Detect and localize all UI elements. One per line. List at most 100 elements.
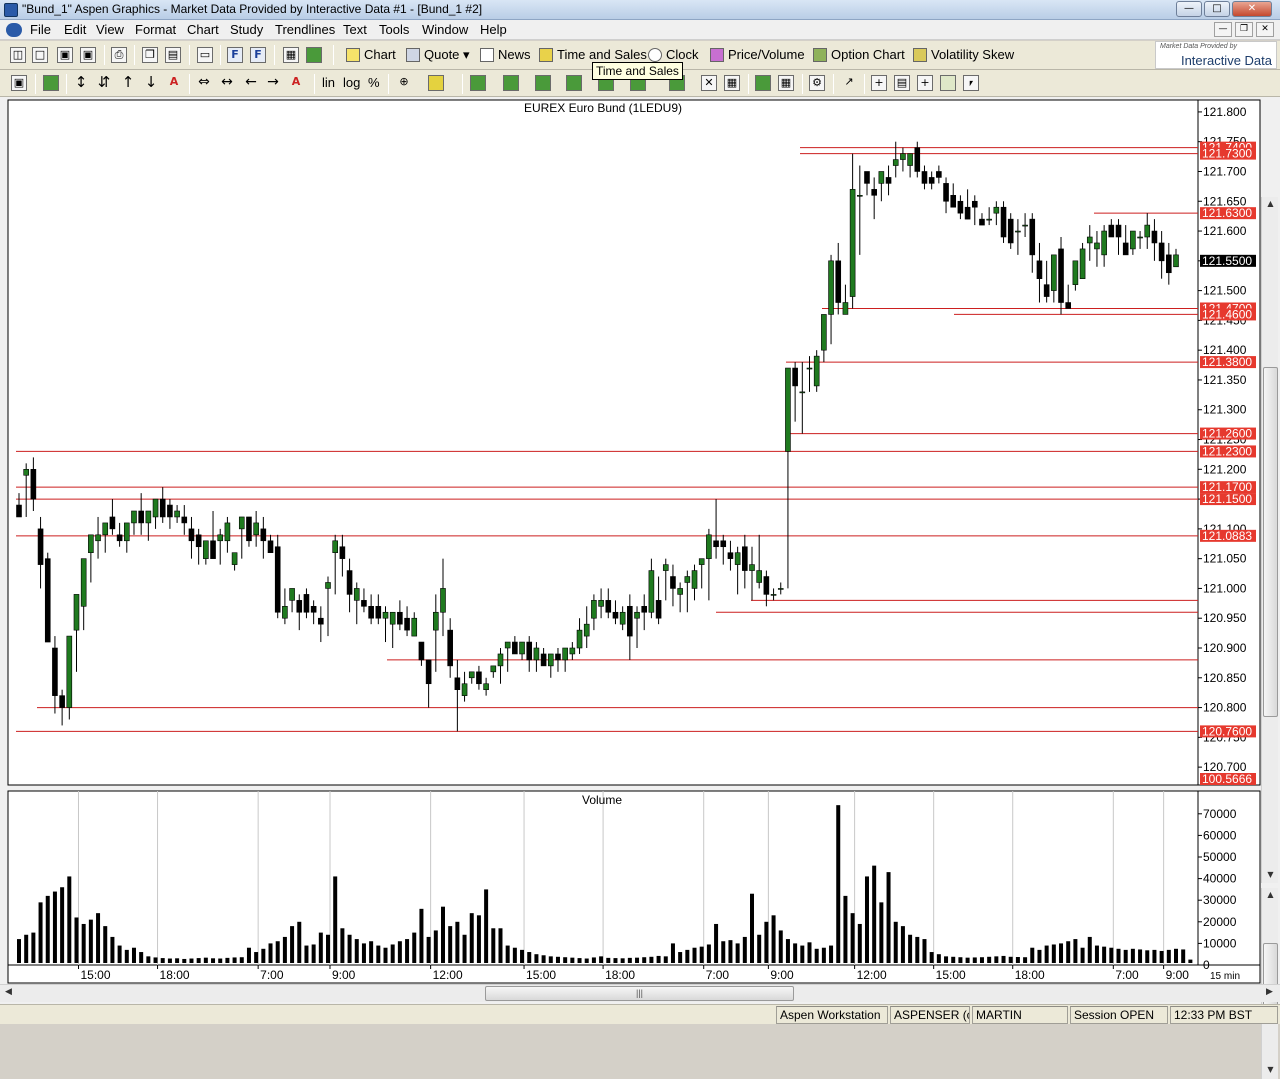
volume-bar[interactable]: [117, 945, 122, 963]
price-panel[interactable]: [7, 99, 1199, 786]
candle-body[interactable]: [131, 510, 137, 524]
candle-body[interactable]: [73, 594, 80, 631]
candle-body[interactable]: [1173, 254, 1179, 268]
volume-bar[interactable]: [1051, 944, 1056, 963]
candle-body[interactable]: [159, 498, 166, 518]
candle-body[interactable]: [203, 540, 209, 559]
volume-bar[interactable]: [476, 915, 481, 963]
delete-study-icon[interactable]: ✕: [701, 75, 717, 91]
volume-bar[interactable]: [936, 954, 941, 963]
volume-bar[interactable]: [175, 958, 180, 963]
menu-view[interactable]: View: [96, 22, 124, 37]
candle-body[interactable]: [1022, 224, 1028, 227]
candle-body[interactable]: [217, 534, 224, 542]
candle-body[interactable]: [267, 540, 274, 553]
volume-bar[interactable]: [606, 957, 611, 963]
volume-bar[interactable]: [778, 930, 783, 963]
grid-icon[interactable]: ▦: [724, 75, 740, 91]
candle-body[interactable]: [375, 606, 382, 619]
candle-body[interactable]: [468, 671, 475, 679]
candle-body[interactable]: [152, 498, 159, 518]
candle-body[interactable]: [382, 611, 389, 619]
volume-bar[interactable]: [987, 956, 992, 963]
volume-bar[interactable]: [951, 956, 956, 963]
volume-bar[interactable]: [1037, 949, 1042, 963]
candle-body[interactable]: [763, 576, 770, 595]
candle-body[interactable]: [490, 665, 497, 673]
volume-bar[interactable]: [1174, 948, 1178, 963]
volume-bar[interactable]: [347, 934, 352, 963]
arrow-up-icon[interactable]: ↑: [120, 75, 136, 91]
page-setup-icon[interactable]: ▦: [283, 47, 299, 63]
candle-body[interactable]: [88, 534, 94, 553]
minimize-button[interactable]: —: [1176, 1, 1202, 17]
print-icon[interactable]: ⎙: [111, 47, 127, 63]
volume-bar[interactable]: [1152, 949, 1157, 963]
option-chart-button[interactable]: Option Chart: [811, 45, 905, 65]
volume-scroll-up-arrow-icon[interactable]: ▲: [1264, 890, 1277, 899]
candle-body[interactable]: [993, 206, 1000, 214]
arrow-left-icon[interactable]: ←: [243, 75, 259, 91]
candle-body[interactable]: [742, 546, 748, 571]
arrow-down-icon[interactable]: ↓: [143, 75, 159, 91]
volume-bar[interactable]: [81, 923, 86, 963]
candle-body[interactable]: [123, 522, 130, 542]
candle-body[interactable]: [591, 600, 597, 619]
volume-bar[interactable]: [254, 952, 259, 963]
volume-bar[interactable]: [131, 947, 136, 963]
candle-body[interactable]: [1015, 230, 1021, 233]
bar-style-icon[interactable]: [470, 75, 486, 91]
lock-icon[interactable]: ⎖: [963, 75, 979, 91]
candle-body[interactable]: [23, 469, 29, 476]
volume-bar[interactable]: [721, 941, 726, 963]
candle-body[interactable]: [641, 606, 648, 613]
linear-scale-button[interactable]: lin: [322, 75, 335, 90]
volume-bar[interactable]: [74, 917, 79, 963]
volume-bar[interactable]: [591, 957, 596, 963]
volume-bar[interactable]: [872, 865, 877, 963]
volume-bar[interactable]: [1188, 959, 1193, 963]
volume-bar[interactable]: [340, 928, 345, 963]
volume-bar[interactable]: [656, 955, 661, 963]
candle-body[interactable]: [713, 540, 719, 548]
candle-body[interactable]: [547, 653, 554, 667]
volume-bar[interactable]: [88, 919, 93, 963]
volume-bar[interactable]: [160, 958, 165, 963]
volume-bar[interactable]: [670, 943, 675, 963]
volume-bar[interactable]: [800, 945, 805, 963]
candle-body[interactable]: [914, 147, 921, 172]
candle-body[interactable]: [957, 200, 964, 214]
volume-bar[interactable]: [412, 932, 417, 963]
volume-bar[interactable]: [455, 921, 460, 963]
candle-body[interactable]: [1151, 230, 1158, 244]
volume-bar[interactable]: [469, 913, 474, 963]
volume-bar[interactable]: [1181, 949, 1186, 963]
volume-bar[interactable]: [167, 958, 172, 963]
scroll-right-arrow-icon[interactable]: ▶: [1266, 987, 1273, 997]
scroll-down-arrow-icon[interactable]: ▼: [1264, 870, 1277, 879]
volume-bar[interactable]: [742, 936, 747, 963]
candle-body[interactable]: [483, 683, 489, 690]
volume-bar[interactable]: [1094, 945, 1099, 963]
candle-body[interactable]: [447, 629, 453, 667]
chart-style-icon[interactable]: [43, 75, 59, 91]
candle-body[interactable]: [282, 606, 288, 619]
candle-style-icon[interactable]: [503, 75, 519, 91]
volume-bar[interactable]: [153, 957, 158, 963]
candle-body[interactable]: [943, 183, 949, 202]
candle-body[interactable]: [246, 516, 252, 542]
volume-bar[interactable]: [864, 876, 869, 963]
candle-body[interactable]: [806, 367, 813, 370]
candle-body[interactable]: [188, 528, 195, 542]
volume-bar[interactable]: [599, 956, 604, 963]
volume-bar[interactable]: [232, 957, 237, 963]
close-button[interactable]: ✕: [1232, 1, 1272, 17]
candle-body[interactable]: [1086, 236, 1093, 244]
candle-body[interactable]: [986, 218, 992, 221]
candle-body[interactable]: [799, 391, 806, 394]
volume-bar[interactable]: [649, 956, 654, 963]
volume-bar[interactable]: [850, 913, 855, 963]
volume-bar[interactable]: [196, 958, 201, 963]
candle-body[interactable]: [1166, 254, 1172, 274]
scroll-up-arrow-icon[interactable]: ▲: [1264, 199, 1277, 208]
